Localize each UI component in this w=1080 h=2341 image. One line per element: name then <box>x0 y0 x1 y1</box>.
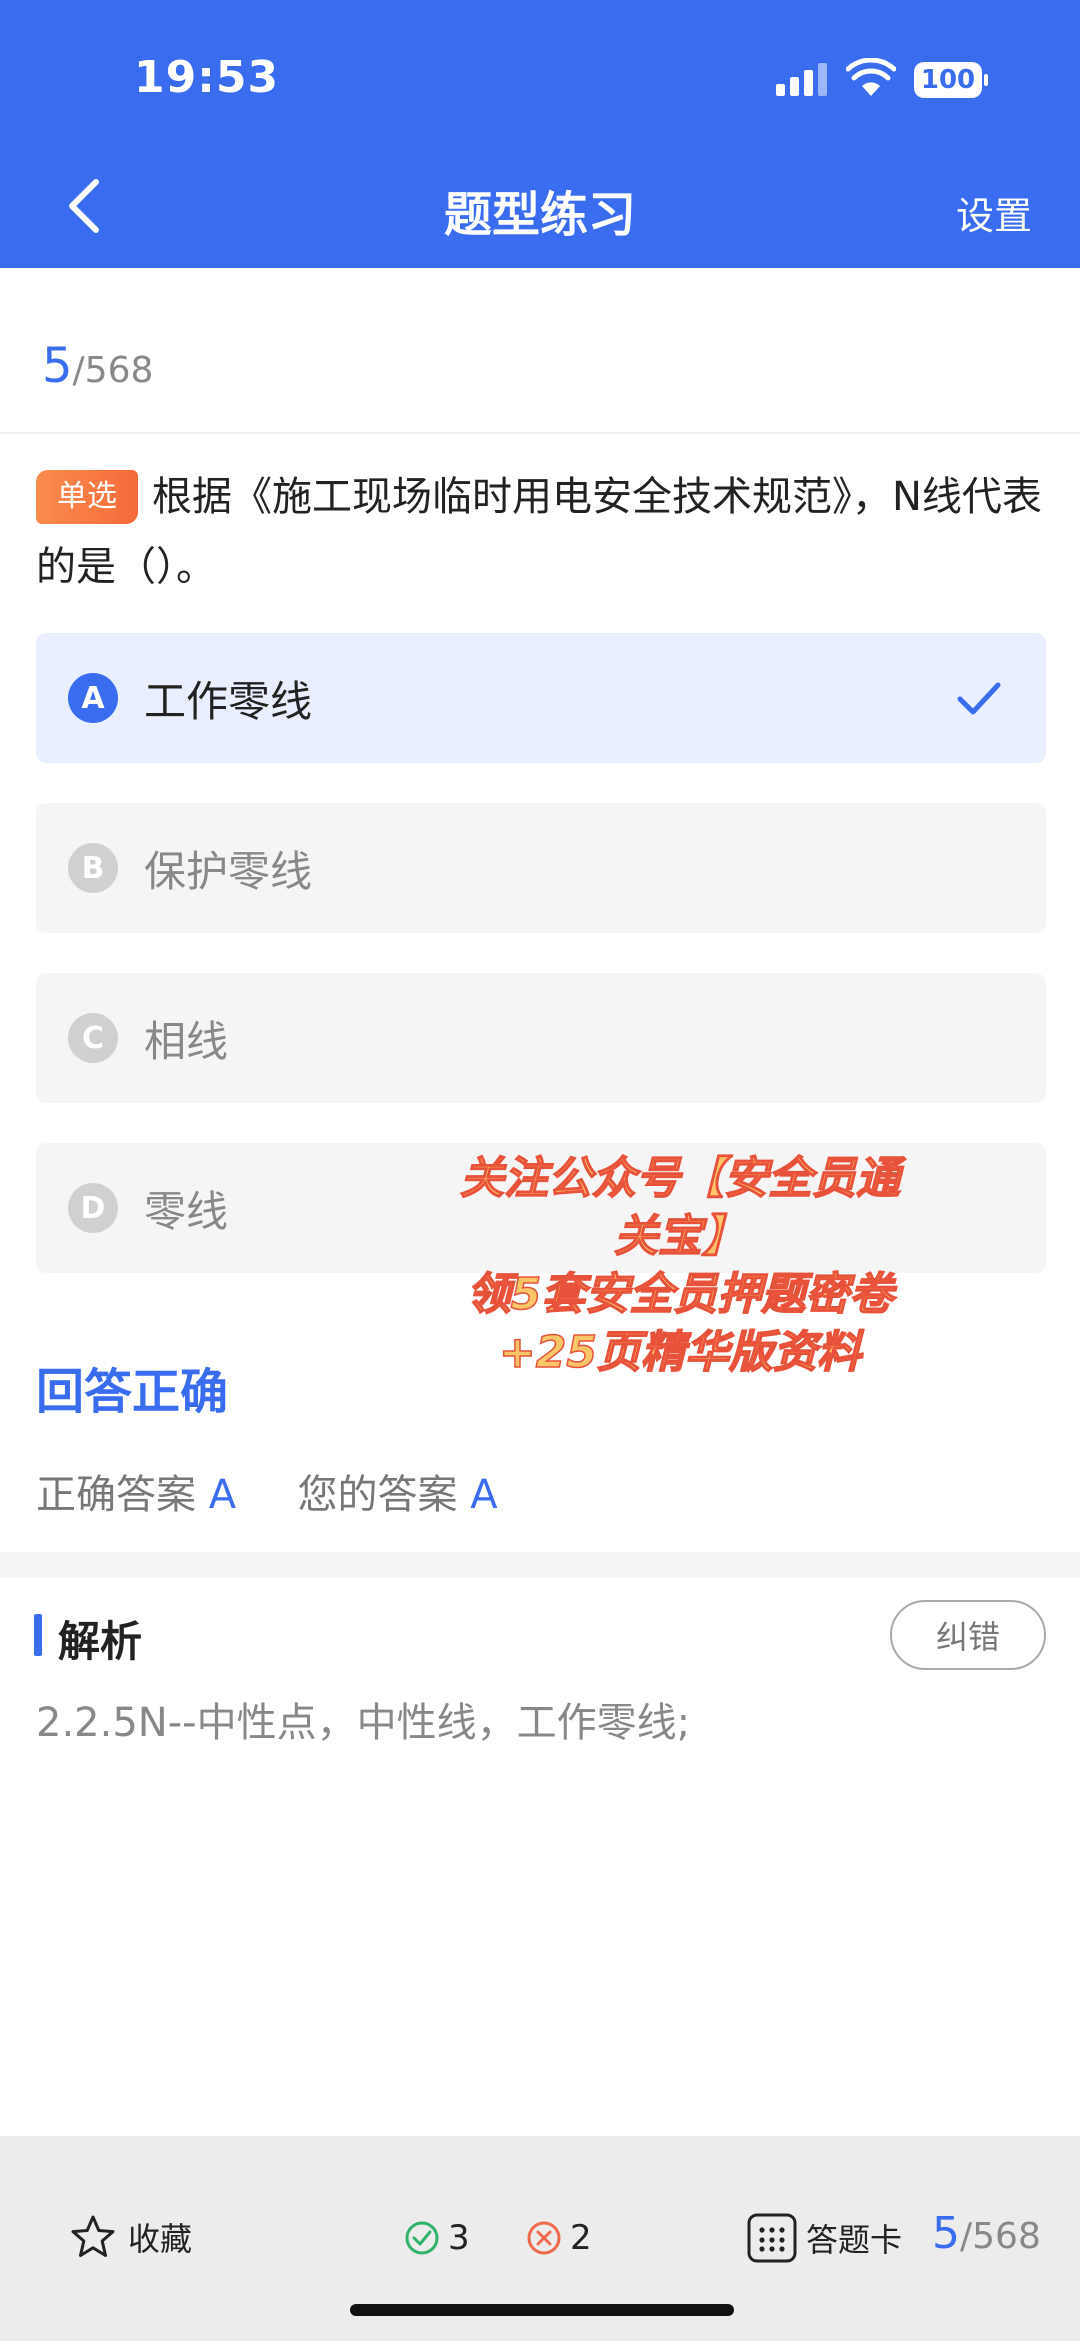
status-time: 19:53 <box>134 52 280 103</box>
question-text: 根据《施工现场临时用电安全技术规范》，N线代表的是（）。 <box>36 474 1042 590</box>
answer-summary: 正确答案 A 您的答案 A <box>36 1462 498 1520</box>
analysis-accent-bar <box>34 1614 42 1656</box>
grid-icon <box>747 2213 797 2263</box>
page-title: 题型练习 <box>443 187 636 243</box>
option-letter: C <box>68 1013 118 1063</box>
promo-watermark: 关注公众号【安全员通 关宝】 领5套安全员押题密卷 +25页精华版资料 <box>459 1152 901 1379</box>
section-separator <box>0 1552 1080 1578</box>
battery-level: 100 <box>914 62 982 98</box>
cellular-signal-icon <box>776 63 827 96</box>
answer-card-button[interactable]: 答题卡 <box>746 2212 902 2264</box>
favorite-button[interactable]: 收藏 <box>70 2214 192 2260</box>
option-b[interactable]: B 保护零线 <box>36 803 1046 933</box>
option-text: 保护零线 <box>144 846 313 896</box>
option-letter: D <box>68 1183 118 1233</box>
favorite-label: 收藏 <box>128 2220 193 2258</box>
question-type-badge: 单选 <box>36 470 138 524</box>
wifi-icon <box>846 58 896 96</box>
option-letter: B <box>68 843 118 893</box>
correct-answer-label: 正确答案 <box>36 1472 196 1518</box>
bottom-progress: 5/568 <box>932 2208 1041 2259</box>
report-error-button[interactable]: 纠错 <box>890 1600 1046 1670</box>
answer-card-label: 答题卡 <box>806 2221 903 2259</box>
option-a[interactable]: A 工作零线 <box>36 633 1046 763</box>
option-text: 相线 <box>144 1016 229 1066</box>
option-text: 零线 <box>144 1186 229 1236</box>
correct-answer-value: A <box>208 1472 237 1518</box>
progress-total: /568 <box>72 350 154 391</box>
check-circle-icon <box>405 2221 439 2255</box>
analysis-title: 解析 <box>58 1617 143 1666</box>
analysis-text: 2.2.5N--中性点，中性线，工作零线; <box>36 1700 691 1746</box>
question-progress: 5/568 <box>42 338 153 394</box>
header-bar: 19:53 100 题型练习 设置 <box>0 0 1080 268</box>
your-answer-label: 您的答案 <box>297 1472 458 1518</box>
question-stem: 单选 根据《施工现场临时用电安全技术规范》，N线代表的是（）。 <box>36 462 1046 602</box>
battery-icon: 100 <box>914 62 988 98</box>
divider <box>0 432 1080 434</box>
correct-count: 3 <box>404 2218 470 2258</box>
check-icon <box>957 682 1001 715</box>
answer-result-title: 回答正确 <box>36 1364 229 1420</box>
star-icon <box>71 2215 115 2257</box>
progress-current: 5 <box>42 338 73 394</box>
home-indicator <box>350 2304 734 2316</box>
wrong-count: 2 <box>526 2218 592 2258</box>
x-circle-icon <box>527 2221 561 2255</box>
option-c[interactable]: C 相线 <box>36 973 1046 1103</box>
option-text: 工作零线 <box>144 676 313 726</box>
option-letter: A <box>68 673 118 723</box>
settings-button[interactable]: 设置 <box>956 185 1032 240</box>
your-answer-value: A <box>470 1472 498 1518</box>
